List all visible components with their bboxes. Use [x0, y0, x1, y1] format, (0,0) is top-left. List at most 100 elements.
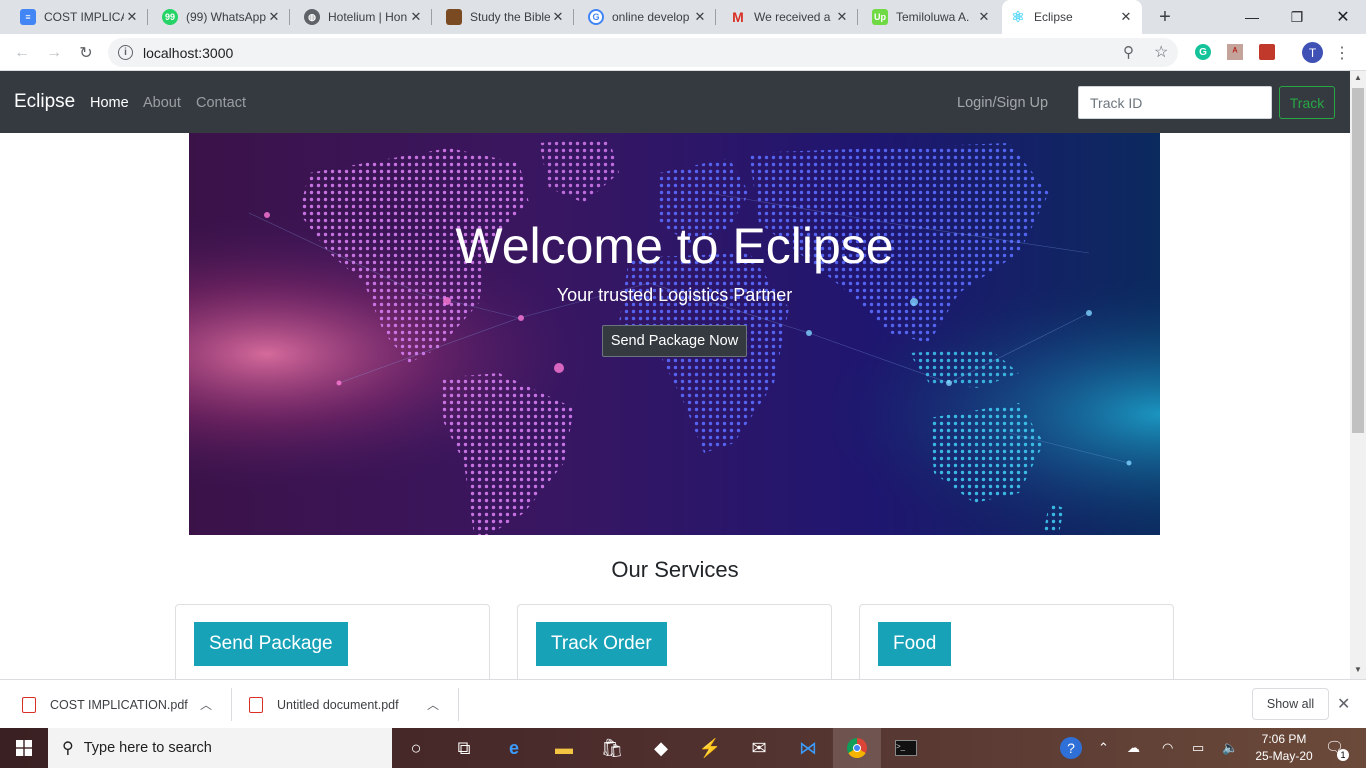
restore-button[interactable]: ❐ — [1274, 0, 1320, 34]
pdf-file-icon — [249, 696, 263, 713]
forward-button[interactable]: → — [41, 40, 67, 66]
nav-about[interactable]: About — [143, 95, 181, 111]
services-heading: Our Services — [611, 557, 739, 582]
new-tab-button[interactable]: + — [1152, 4, 1178, 30]
volume-icon[interactable]: 🔈 — [1222, 740, 1238, 756]
info-icon[interactable]: i — [118, 45, 133, 60]
vscode-icon[interactable]: ⋈ — [784, 728, 832, 768]
download-divider — [458, 688, 459, 721]
hero-subtitle: Your trusted Logistics Partner — [556, 285, 793, 305]
tab-divider — [715, 9, 716, 25]
download-filename: COST IMPLICATION.pdf — [50, 697, 188, 712]
chrome-logo — [847, 738, 867, 758]
mail-icon[interactable]: ✉ — [735, 728, 783, 768]
help-icon[interactable]: ? — [1060, 737, 1082, 759]
globe-icon: ◍ — [304, 9, 320, 25]
reload-button[interactable]: ↻ — [73, 40, 99, 66]
notification-count-badge: 1 — [1337, 749, 1349, 761]
send-package-now-button[interactable]: Send Package Now — [602, 325, 747, 357]
dropbox-icon[interactable]: ◆ — [637, 728, 685, 768]
download-bar: COST IMPLICATION.pdf ︿ Untitled document… — [0, 679, 1366, 728]
browser-toolbar: ← → ↻ i localhost:3000 ⚲ ☆ G ᴬ T ⋮ — [0, 34, 1366, 71]
search-placeholder: Type here to search — [83, 740, 212, 756]
tab-title: Study the Bible — [470, 10, 550, 24]
task-view-icon[interactable]: ⧉ — [440, 728, 488, 768]
tab-eclipse[interactable]: ⚛ Eclipse ✕ — [1002, 0, 1142, 34]
gmail-icon: M — [732, 9, 744, 25]
close-icon[interactable]: ✕ — [1118, 9, 1134, 25]
download-filename: Untitled document.pdf — [277, 697, 399, 712]
nav-contact[interactable]: Contact — [196, 95, 246, 111]
address-bar[interactable]: i localhost:3000 ⚲ ☆ — [108, 38, 1178, 67]
extension-icon[interactable] — [1259, 44, 1275, 60]
tab-study-bible[interactable]: Study the Bible ✕ — [438, 0, 574, 34]
tab-title: We received a — [754, 10, 831, 24]
start-button[interactable] — [0, 728, 48, 768]
close-icon[interactable]: ✕ — [834, 9, 850, 25]
close-icon[interactable]: ✕ — [408, 9, 424, 25]
profile-avatar[interactable]: T — [1302, 42, 1323, 63]
window-close-button[interactable]: ✕ — [1320, 0, 1366, 34]
track-button[interactable]: Track — [1279, 86, 1335, 119]
onedrive-icon[interactable]: ☁ — [1127, 740, 1140, 756]
whatsapp-icon: 99 — [162, 9, 178, 25]
upwork-icon: Up — [872, 9, 888, 25]
battery-icon[interactable]: ▭ — [1192, 740, 1204, 756]
scroll-up-arrow-icon[interactable]: ▲ — [1354, 73, 1362, 82]
download-divider — [231, 688, 232, 721]
tab-online-develop[interactable]: G online develop ✕ — [580, 0, 716, 34]
taskbar-search-box[interactable]: ⚲ Type here to search — [48, 728, 392, 768]
pdf-extension-icon[interactable]: ᴬ — [1227, 44, 1243, 60]
service-label[interactable]: Track Order — [536, 622, 667, 666]
tab-title: online develop — [612, 10, 690, 24]
page-viewport: Eclipse Home About Contact Login/Sign Up… — [0, 71, 1350, 679]
wifi-icon[interactable]: ◠ — [1162, 740, 1173, 756]
taskbar-clock[interactable]: 7:06 PM 25-May-20 — [1248, 731, 1320, 765]
tab-strip: ≡ COST IMPLICATI ✕ 99 (99) WhatsApp ✕ ◍ … — [0, 0, 1366, 34]
store-icon[interactable]: 🛍 — [588, 728, 636, 768]
file-explorer-icon[interactable]: ▬ — [540, 728, 588, 768]
cortana-icon[interactable]: ○ — [392, 728, 440, 768]
edge-icon[interactable]: e — [490, 728, 538, 768]
chevron-up-icon[interactable]: ⌃ — [1098, 740, 1109, 756]
azure-icon[interactable]: ⚡ — [686, 728, 734, 768]
zoom-icon[interactable]: ⚲ — [1123, 43, 1134, 61]
terminal-icon[interactable]: >_ — [882, 728, 930, 768]
hero-banner: Welcome to Eclipse Your trusted Logistic… — [189, 133, 1160, 535]
close-icon[interactable]: ✕ — [692, 9, 708, 25]
login-signup-link[interactable]: Login/Sign Up — [957, 95, 1048, 111]
show-all-button[interactable]: Show all — [1252, 688, 1329, 720]
back-button[interactable]: ← — [9, 40, 35, 66]
service-label[interactable]: Send Package — [194, 622, 348, 666]
service-label[interactable]: Food — [878, 622, 952, 666]
close-icon[interactable]: ✕ — [976, 9, 992, 25]
download-item[interactable]: Untitled document.pdf ︿ — [249, 680, 454, 729]
chrome-icon[interactable] — [833, 728, 881, 768]
grammarly-extension-icon[interactable]: G — [1195, 44, 1211, 60]
site-brand[interactable]: Eclipse — [14, 91, 75, 113]
tab-hotelium[interactable]: ◍ Hotelium | Hon ✕ — [296, 0, 432, 34]
tab-divider — [147, 9, 148, 25]
tab-whatsapp[interactable]: 99 (99) WhatsApp ✕ — [154, 0, 290, 34]
chevron-up-icon[interactable]: ︿ — [200, 696, 212, 713]
bookmark-star-icon[interactable]: ☆ — [1154, 42, 1168, 62]
tab-title: (99) WhatsApp — [186, 10, 266, 24]
tab-upwork[interactable]: Up Temiloluwa A. ✕ — [864, 0, 1000, 34]
tab-gmail[interactable]: M We received a ✕ — [722, 0, 858, 34]
tab-title: COST IMPLICATI — [44, 10, 124, 24]
chevron-up-icon[interactable]: ︿ — [427, 696, 439, 713]
service-card-send-package: Send Package — [175, 604, 490, 679]
download-item[interactable]: COST IMPLICATION.pdf ︿ — [22, 680, 227, 729]
tab-cost-implication[interactable]: ≡ COST IMPLICATI ✕ — [12, 0, 148, 34]
close-icon[interactable]: ✕ — [124, 9, 140, 25]
close-icon[interactable]: ✕ — [1337, 694, 1350, 714]
service-card-food: Food — [859, 604, 1174, 679]
scrollbar-thumb[interactable] — [1352, 88, 1364, 433]
minimize-button[interactable]: — — [1229, 0, 1275, 34]
close-icon[interactable]: ✕ — [550, 9, 566, 25]
nav-home[interactable]: Home — [90, 95, 129, 111]
close-icon[interactable]: ✕ — [266, 9, 282, 25]
track-id-input[interactable] — [1078, 86, 1272, 119]
menu-kebab-icon[interactable]: ⋮ — [1334, 43, 1350, 63]
scroll-down-arrow-icon[interactable]: ▼ — [1354, 665, 1362, 674]
